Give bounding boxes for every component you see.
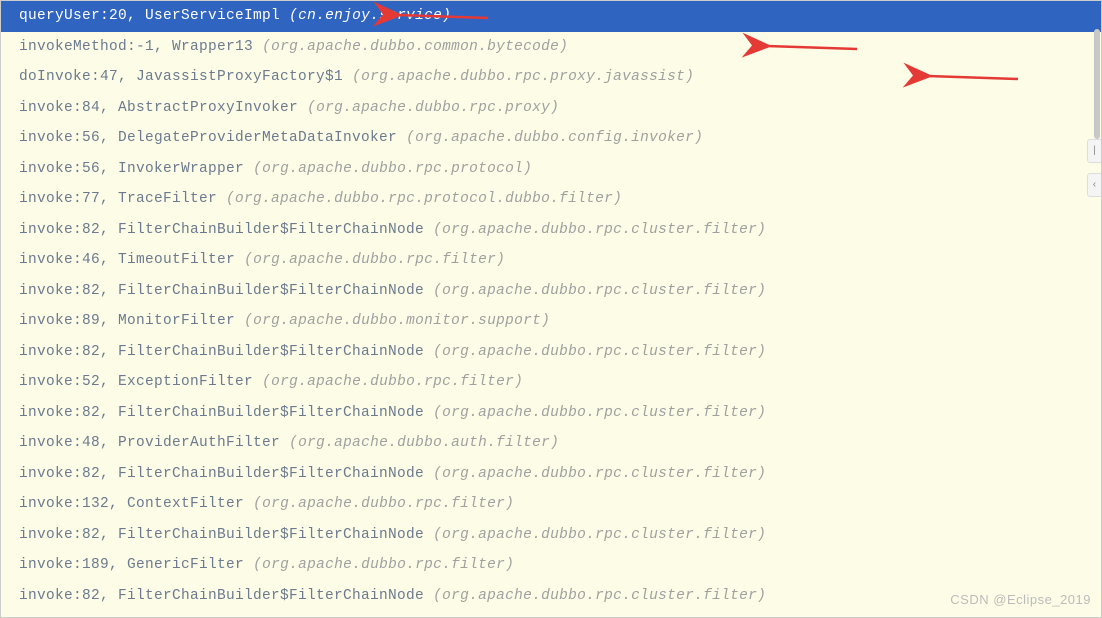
frame-method: queryUser:20, UserServiceImpl [19,8,280,24]
stack-frame-row[interactable]: invoke:82, FilterChainBuilder$FilterChai… [1,459,1101,490]
stack-frame-row[interactable]: invoke:82, FilterChainBuilder$FilterChai… [1,276,1101,307]
stack-frame-row[interactable]: invoke:56, DelegateProviderMetaDataInvok… [1,123,1101,154]
stack-frame-row[interactable]: queryUser:20, UserServiceImpl (cn.enjoy.… [1,1,1101,32]
frame-method: invoke:77, TraceFilter [19,191,217,207]
frame-method: doInvoke:47, JavassistProxyFactory$1 [19,69,343,85]
frame-method: invoke:48, ProviderAuthFilter [19,435,280,451]
frame-package: (org.apache.dubbo.rpc.protocol.dubbo.fil… [226,191,622,207]
frame-package: (org.apache.dubbo.rpc.cluster.filter) [433,588,766,604]
frame-method: invoke:82, FilterChainBuilder$FilterChai… [19,222,424,238]
frame-package: (org.apache.dubbo.monitor.support) [244,313,550,329]
frame-package: (org.apache.dubbo.rpc.cluster.filter) [433,466,766,482]
stack-frame-row[interactable]: invoke:132, ContextFilter (org.apache.du… [1,489,1101,520]
frame-package: (org.apache.dubbo.rpc.cluster.filter) [433,222,766,238]
frame-package: (org.apache.dubbo.rpc.cluster.filter) [433,527,766,543]
frame-method: invoke:82, FilterChainBuilder$FilterChai… [19,527,424,543]
frame-method: invoke:89, MonitorFilter [19,313,235,329]
scrollbar-thumb[interactable] [1094,29,1100,139]
frame-method: invoke:82, FilterChainBuilder$FilterChai… [19,283,424,299]
stack-frame-row[interactable]: invoke:46, TimeoutFilter (org.apache.dub… [1,245,1101,276]
stack-frame-row[interactable]: invoke:84, AbstractProxyInvoker (org.apa… [1,93,1101,124]
stack-frame-row[interactable]: doInvoke:47, JavassistProxyFactory$1 (or… [1,62,1101,93]
frame-package: (org.apache.dubbo.auth.filter) [289,435,559,451]
watermark-text: CSDN @Eclipse_2019 [950,592,1091,607]
frame-package: (org.apache.dubbo.rpc.filter) [244,252,505,268]
frame-method: invoke:56, InvokerWrapper [19,161,244,177]
stack-frame-row[interactable]: invoke:56, InvokerWrapper (org.apache.du… [1,154,1101,185]
frame-package: (org.apache.dubbo.rpc.filter) [253,557,514,573]
stack-frame-row[interactable]: invoke:82, FilterChainBuilder$FilterChai… [1,581,1101,612]
frame-method: invokeMethod:-1, Wrapper13 [19,39,253,55]
stack-frame-row[interactable]: invokeMethod:-1, Wrapper13 (org.apache.d… [1,32,1101,63]
stack-trace-panel: queryUser:20, UserServiceImpl (cn.enjoy.… [1,1,1101,617]
frame-package: (org.apache.dubbo.rpc.proxy) [307,100,559,116]
stack-frame-row[interactable]: invoke:82, FilterChainBuilder$FilterChai… [1,337,1101,368]
stack-frame-row[interactable]: invoke:89, MonitorFilter (org.apache.dub… [1,306,1101,337]
frame-package: (org.apache.dubbo.rpc.filter) [262,374,523,390]
frame-package: (org.apache.dubbo.rpc.cluster.filter) [433,283,766,299]
frame-method: invoke:82, FilterChainBuilder$FilterChai… [19,344,424,360]
frame-package: (org.apache.dubbo.rpc.proxy.javassist) [352,69,694,85]
frame-method: invoke:132, ContextFilter [19,496,244,512]
frame-method: invoke:82, FilterChainBuilder$FilterChai… [19,466,424,482]
stack-frame-row[interactable]: invoke:82, FilterChainBuilder$FilterChai… [1,520,1101,551]
frame-method: invoke:82, FilterChainBuilder$FilterChai… [19,588,424,604]
stack-frame-row[interactable]: invoke:48, ProviderAuthFilter (org.apach… [1,428,1101,459]
frame-package: (org.apache.dubbo.rpc.cluster.filter) [433,344,766,360]
frame-method: invoke:56, DelegateProviderMetaDataInvok… [19,130,397,146]
frame-package: (org.apache.dubbo.rpc.cluster.filter) [433,405,766,421]
stack-frames-list: queryUser:20, UserServiceImpl (cn.enjoy.… [1,1,1101,611]
scrollbar-track[interactable] [1094,1,1100,617]
frame-method: invoke:52, ExceptionFilter [19,374,253,390]
frame-method: invoke:189, GenericFilter [19,557,244,573]
stack-frame-row[interactable]: invoke:77, TraceFilter (org.apache.dubbo… [1,184,1101,215]
stack-frame-row[interactable]: invoke:189, GenericFilter (org.apache.du… [1,550,1101,581]
gutter-marker[interactable]: ‹ [1087,173,1101,197]
stack-frame-row[interactable]: invoke:82, FilterChainBuilder$FilterChai… [1,215,1101,246]
stack-frame-row[interactable]: invoke:82, FilterChainBuilder$FilterChai… [1,398,1101,429]
frame-method: invoke:84, AbstractProxyInvoker [19,100,298,116]
stack-frame-row[interactable]: invoke:52, ExceptionFilter (org.apache.d… [1,367,1101,398]
frame-method: invoke:82, FilterChainBuilder$FilterChai… [19,405,424,421]
frame-package: (org.apache.dubbo.rpc.protocol) [253,161,532,177]
frame-package: (org.apache.dubbo.config.invoker) [406,130,703,146]
frame-package: (org.apache.dubbo.rpc.filter) [253,496,514,512]
gutter-marker[interactable]: | [1087,139,1101,163]
frame-package: (cn.enjoy.service) [289,8,451,24]
frame-method: invoke:46, TimeoutFilter [19,252,235,268]
frame-package: (org.apache.dubbo.common.bytecode) [262,39,568,55]
